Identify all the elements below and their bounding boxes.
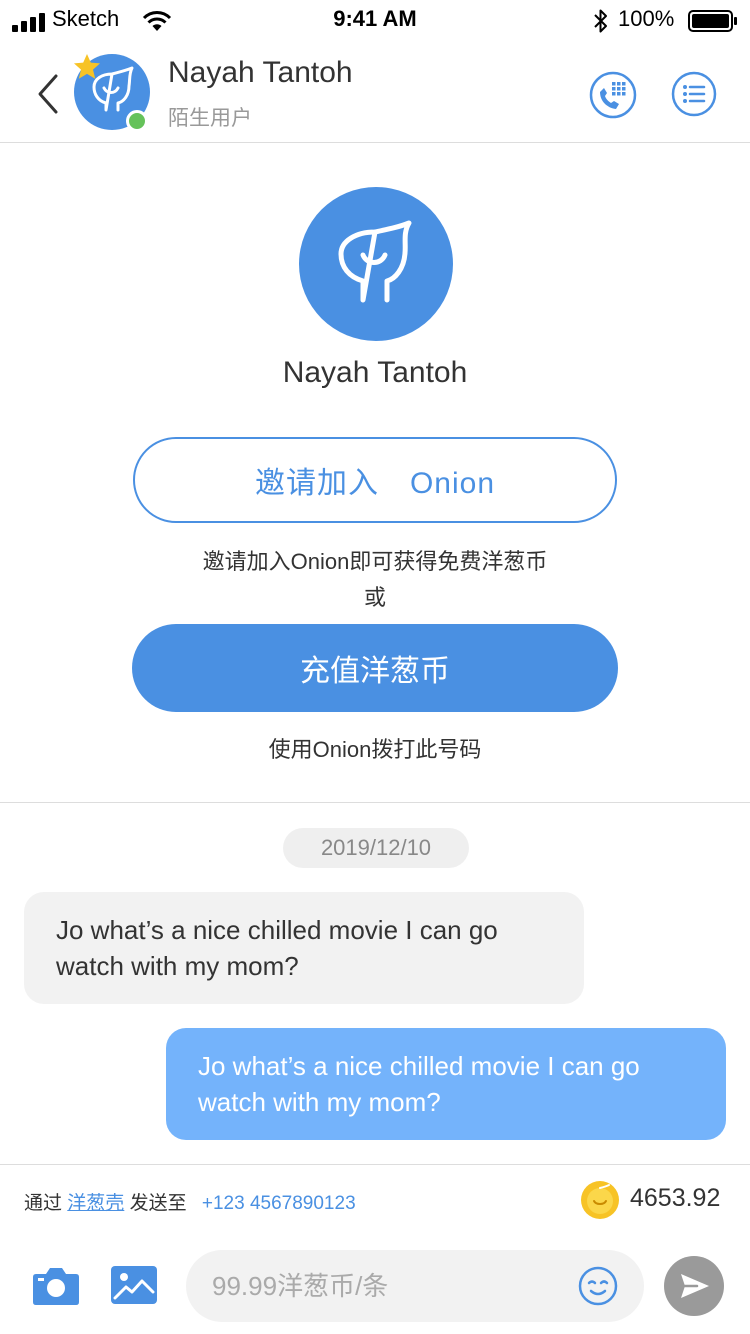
onion-avatar-icon (338, 220, 412, 303)
contact-subtitle: 陌生用户 (168, 107, 252, 130)
phone-dialpad-icon[interactable] (588, 70, 638, 120)
coin-balance: 4653.92 (630, 1184, 721, 1212)
invite-button[interactable]: 邀请加入 Onion (133, 437, 617, 523)
bluetooth-icon (594, 9, 607, 33)
divider (0, 1164, 750, 1165)
chat-header: Nayah Tantoh 陌生用户 (0, 40, 750, 143)
send-button[interactable] (664, 1256, 724, 1316)
camera-icon[interactable] (32, 1264, 80, 1306)
via-service-link[interactable]: 洋葱壳 (67, 1193, 124, 1214)
phone-number: +123 4567890123 (201, 1193, 356, 1214)
star-icon (74, 54, 100, 79)
send-via-row: 通过 洋葱壳 发送至 +123 4567890123 (24, 1188, 356, 1215)
or-separator-text: 或 (363, 585, 386, 610)
message-bubble-incoming[interactable]: Jo what’s a nice chilled movie I can go … (24, 892, 584, 1004)
invite-hint: 邀请加入Onion即可获得免费洋葱币 (202, 549, 548, 574)
divider (0, 802, 750, 803)
dial-hint: 使用Onion拨打此号码 (268, 737, 482, 762)
coin-icon (581, 1181, 619, 1219)
message-input-container (186, 1250, 644, 1322)
battery-percent: 100% (618, 6, 675, 31)
battery-icon (688, 10, 737, 32)
contact-name: Nayah Tantoh (168, 56, 353, 89)
status-bar: Sketch 9:41 AM 100% (0, 0, 750, 40)
message-input[interactable] (210, 1269, 574, 1303)
recharge-button[interactable]: 充值洋葱币 (132, 624, 618, 712)
image-icon[interactable] (110, 1264, 158, 1306)
back-icon[interactable] (32, 72, 64, 116)
profile-name: Nayah Tantoh (282, 356, 468, 389)
profile-avatar (299, 187, 453, 341)
online-status-dot (126, 110, 148, 132)
date-separator: 2019/12/10 (283, 828, 469, 868)
message-bubble-outgoing[interactable]: Jo what’s a nice chilled movie I can go … (166, 1028, 726, 1140)
via-prefix: 通过 (24, 1193, 63, 1214)
emoji-icon[interactable] (578, 1266, 618, 1306)
list-menu-icon[interactable] (670, 70, 718, 118)
send-icon (681, 1274, 709, 1298)
via-send-to: 发送至 (129, 1193, 187, 1214)
